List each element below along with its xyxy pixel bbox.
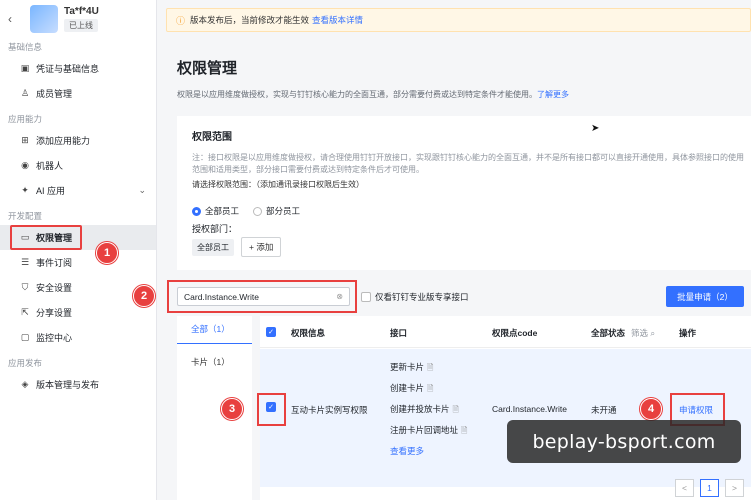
interface-item[interactable]: 更新卡片 🗎 — [390, 361, 433, 376]
app-logo — [30, 5, 58, 33]
sidebar-item-members[interactable]: ♙ 成员管理 — [0, 81, 156, 106]
grid-icon: ⊞ — [21, 135, 29, 145]
share-icon: ⇱ — [21, 307, 29, 317]
batch-apply-button[interactable]: 批量申请（2） — [666, 286, 744, 307]
dept-tag: 全部员工 — [192, 239, 234, 256]
credential-icon: ▣ — [20, 63, 30, 73]
page-title: 权限管理 — [177, 60, 238, 77]
scope-note: 注：接口权限是以应用维度做授权，请合理使用钉钉开放接口，实现跟钉钉核心能力的全面… — [192, 153, 744, 174]
add-dept-button[interactable]: + 添加 — [241, 237, 282, 257]
section-title-release: 应用发布 — [8, 358, 43, 368]
sidebar-item-monitor[interactable]: ▢ 监控中心 — [0, 325, 156, 350]
header-status: 全部状态 筛选 ⌕ — [591, 328, 656, 338]
search-input[interactable]: Card.Instance.Write ⊗ — [177, 287, 350, 306]
robot-icon: ◉ — [21, 160, 29, 170]
section-title-dev-config: 开发配置 — [8, 211, 43, 221]
category-active-indicator — [177, 343, 252, 344]
permission-status: 未开通 — [591, 405, 617, 415]
chevron-down-icon: ⌄ — [138, 185, 146, 195]
sidebar-item-permissions[interactable]: ▭ 权限管理 — [0, 225, 156, 250]
radio-partial-staff[interactable] — [253, 206, 263, 216]
shield-icon: ⛉ — [21, 282, 29, 292]
step-badge-2: 2 — [133, 285, 155, 307]
app-header: ‹ Ta*f*4U 已上线 — [0, 0, 156, 38]
doc-icon[interactable]: 🗎 — [461, 426, 467, 435]
scope-title: 权限范围 — [192, 132, 232, 143]
pager-current[interactable]: 1 — [700, 479, 719, 497]
doc-icon[interactable]: 🗎 — [453, 405, 459, 414]
user-icon: ♙ — [20, 88, 30, 98]
view-more-link[interactable]: 查看更多 — [390, 445, 424, 457]
pager-prev[interactable]: < — [675, 479, 694, 497]
category-card[interactable]: 卡片（1） — [191, 356, 230, 368]
sidebar-item-credentials[interactable]: ▣ 凭证与基础信息 — [0, 56, 156, 81]
interface-item[interactable]: 注册卡片回调地址 🗎 — [390, 424, 467, 439]
permission-scope-card: 权限范围 注：接口权限是以应用维度做授权，请合理使用钉钉开放接口，实现跟钉钉核心… — [177, 116, 751, 270]
version-detail-link[interactable]: 查看版本详情 — [312, 14, 363, 26]
sidebar: ‹ Ta*f*4U 已上线 基础信息 ▣ 凭证与基础信息 ♙ 成员管理 应用能力 ⊞… — [0, 0, 157, 500]
radio-all-staff[interactable] — [192, 206, 201, 216]
sidebar-item-version[interactable]: ◈ 版本管理与发布 — [0, 372, 156, 397]
page-description: 权限是以应用维度做授权，实现与钉钉核心能力的全面互通，部分需要付费或达到特定条件… — [177, 90, 569, 99]
header-code: 权限点code — [492, 328, 538, 338]
app-status-badge: 已上线 — [64, 19, 98, 32]
category-all[interactable]: 全部（1） — [191, 323, 230, 335]
interface-item[interactable]: 创建卡片 🗎 — [390, 382, 433, 397]
mouse-cursor-icon: ➤ — [591, 123, 600, 134]
warning-icon: ⓘ — [176, 15, 186, 26]
sidebar-item-share[interactable]: ⇱ 分享设置 — [0, 300, 156, 325]
permission-code: Card.Instance.Write — [492, 404, 567, 414]
sidebar-item-add-capability[interactable]: ⊞ 添加应用能力 — [0, 128, 156, 153]
select-all-checkbox[interactable]: ✓ — [266, 327, 276, 337]
scope-select-label: 请选择权限范围：（添加通讯录接口权限后生效） — [192, 180, 364, 189]
event-icon: ☰ — [20, 257, 30, 267]
status-filter[interactable]: 筛选 ⌕ — [631, 328, 655, 338]
monitor-icon: ▢ — [20, 332, 30, 342]
scope-radio-group: 全部员工 部分员工 — [192, 205, 300, 217]
section-title-basic: 基础信息 — [8, 42, 43, 52]
back-icon[interactable]: ‹ — [8, 12, 22, 26]
table-header: ✓ 权限信息 接口 权限点code 全部状态 筛选 ⌕ 操作 — [260, 316, 751, 348]
step-badge-3: 3 — [221, 398, 243, 420]
publish-notice: ⓘ 版本发布后，当前修改才能生效 查看版本详情 — [166, 8, 751, 32]
header-ops: 操作 — [679, 328, 697, 338]
learn-more-link[interactable]: 了解更多 — [537, 90, 569, 99]
watermark: beplay-bsport.com — [507, 420, 741, 463]
sidebar-item-robot[interactable]: ◉ 机器人 — [0, 153, 156, 178]
highlight-box — [10, 225, 82, 250]
pro-only-checkbox[interactable] — [361, 292, 371, 302]
interface-item[interactable]: 创建并投放卡片 🗎 — [390, 403, 459, 418]
app-name: Ta*f*4U — [64, 6, 99, 17]
permission-name: 互动卡片实例写权限 — [291, 405, 368, 415]
sidebar-item-ai-app[interactable]: ✦ AI 应用 ⌄ — [0, 178, 156, 203]
doc-icon[interactable]: 🗎 — [427, 363, 433, 372]
pro-only-filter[interactable]: 仅看钉钉专业版专享接口 — [361, 291, 469, 303]
header-interface: 接口 — [390, 328, 408, 338]
dept-label: 授权部门： — [192, 224, 238, 234]
section-title-capabilities: 应用能力 — [8, 114, 43, 124]
ai-icon: ✦ — [21, 185, 29, 195]
doc-icon[interactable]: 🗎 — [427, 384, 433, 393]
version-icon: ◈ — [21, 379, 29, 389]
highlight-box — [257, 393, 286, 426]
pager-next[interactable]: > — [725, 479, 744, 497]
header-info: 权限信息 — [291, 328, 326, 338]
sidebar-item-events[interactable]: ☰ 事件订阅 — [0, 250, 156, 275]
step-badge-4: 4 — [640, 398, 662, 420]
step-badge-1: 1 — [96, 242, 118, 264]
clear-icon[interactable]: ⊗ — [336, 292, 343, 301]
